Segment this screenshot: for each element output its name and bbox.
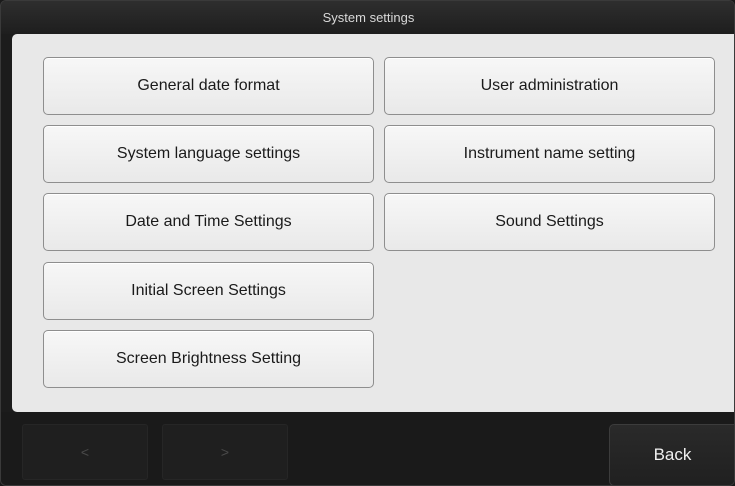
previous-page-button[interactable]: <: [22, 424, 148, 480]
initial-screen-settings-button[interactable]: Initial Screen Settings: [43, 262, 374, 320]
bottom-navigation-bar: < > Back: [1, 412, 734, 485]
instrument-name-setting-button[interactable]: Instrument name setting: [384, 125, 715, 183]
settings-panel: General date format System language sett…: [12, 34, 734, 412]
user-administration-button[interactable]: User administration: [384, 57, 715, 115]
next-page-button[interactable]: >: [162, 424, 288, 480]
back-button[interactable]: Back: [609, 424, 734, 485]
date-and-time-settings-button[interactable]: Date and Time Settings: [43, 193, 374, 251]
screen-brightness-setting-button[interactable]: Screen Brightness Setting: [43, 330, 374, 388]
window-title: System settings: [1, 1, 734, 34]
system-language-settings-button[interactable]: System language settings: [43, 125, 374, 183]
settings-window: System settings General date format Syst…: [0, 0, 735, 486]
general-date-format-button[interactable]: General date format: [43, 57, 374, 115]
sound-settings-button[interactable]: Sound Settings: [384, 193, 715, 251]
